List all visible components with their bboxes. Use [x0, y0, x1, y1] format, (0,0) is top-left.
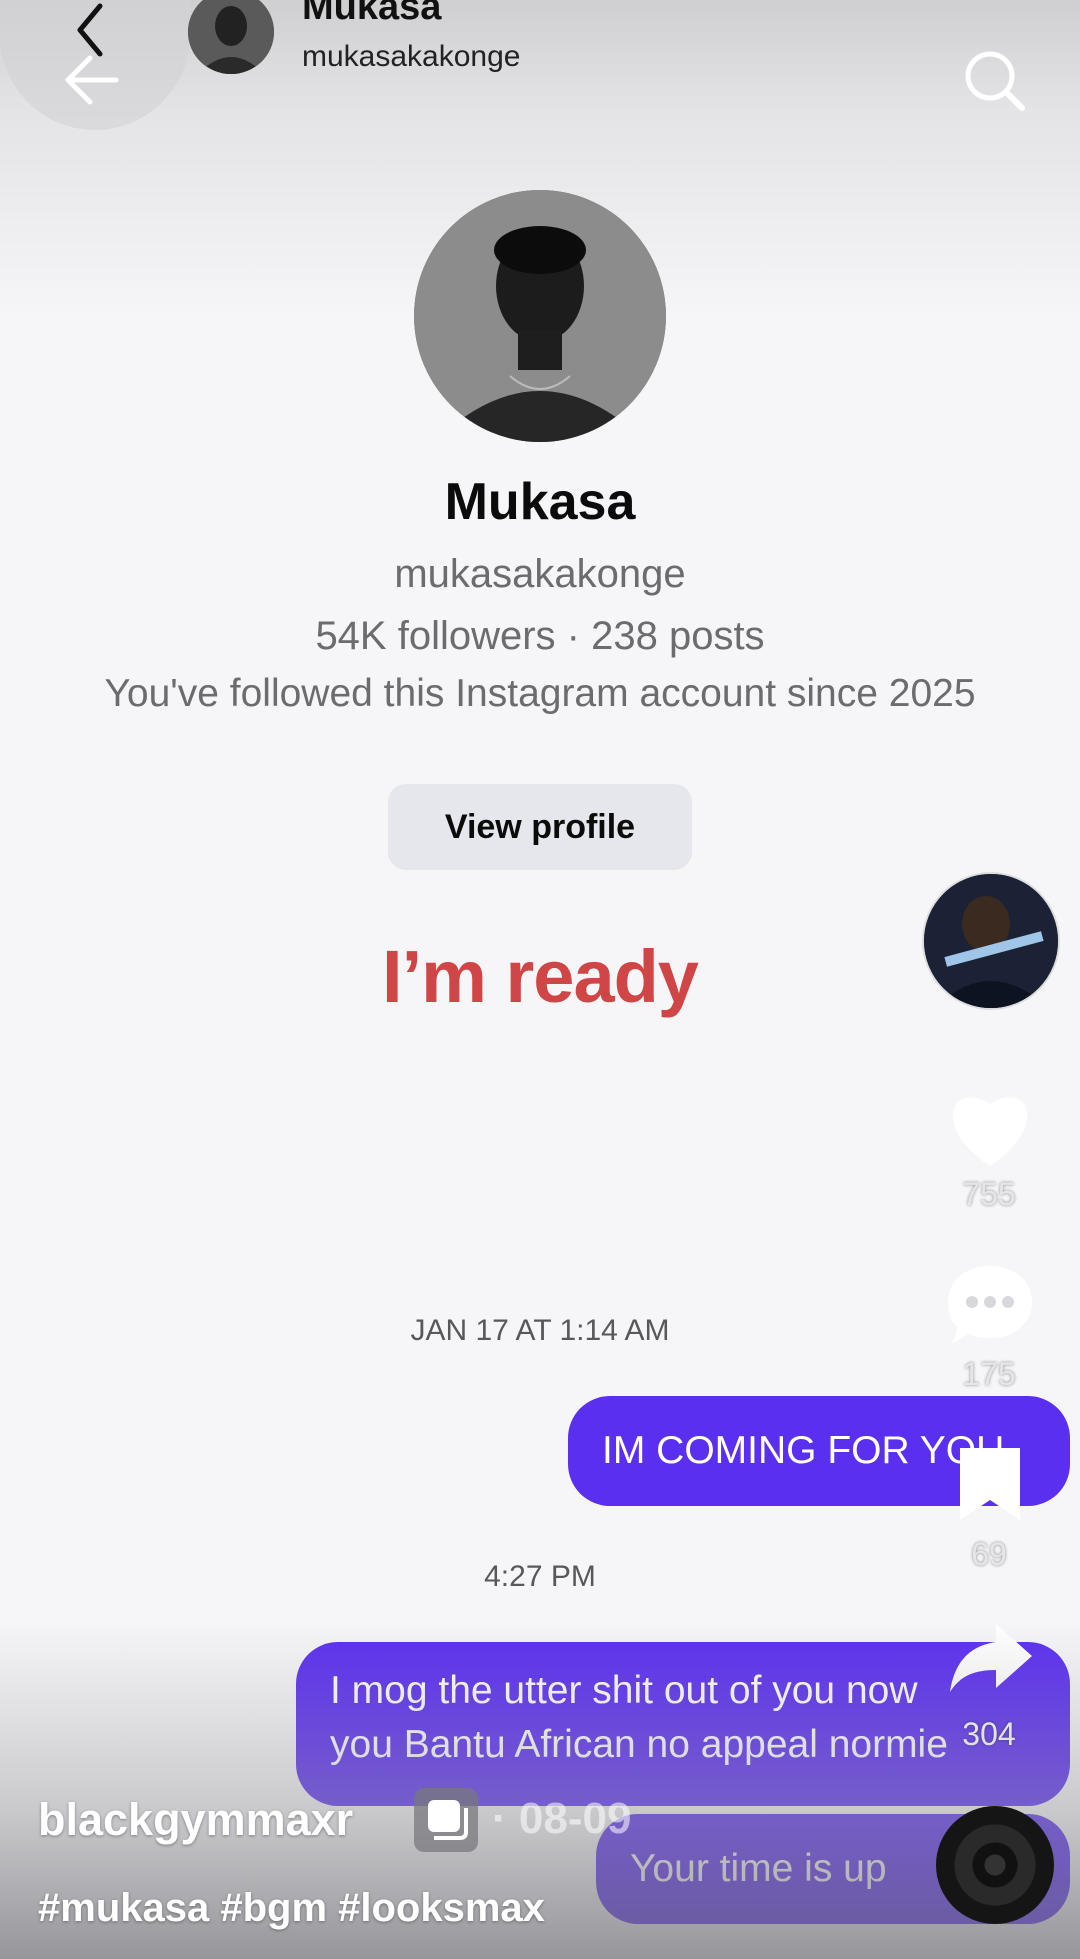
profile-handle: mukasakakonge: [394, 552, 686, 596]
chevron-left-icon[interactable]: [70, 0, 110, 60]
music-disc-icon[interactable]: [936, 1806, 1054, 1924]
profile-avatar[interactable]: [414, 190, 666, 442]
overlay-caption: I’m ready: [382, 935, 699, 1018]
message-timestamp: JAN 17 AT 1:14 AM: [410, 1314, 670, 1347]
search-icon[interactable]: [960, 46, 1030, 116]
creator-avatar[interactable]: [922, 872, 1060, 1010]
post-username[interactable]: blackgymmaxr: [38, 1794, 353, 1846]
duplicate-icon: [414, 1788, 478, 1852]
anime-character-icon: [924, 874, 1058, 1008]
comment-count: 175: [962, 1356, 1016, 1392]
share-count: 304: [962, 1716, 1016, 1752]
post-hashtags[interactable]: #mukasa #bgm #looksmax: [38, 1886, 545, 1931]
post-date: · 08-09: [492, 1794, 632, 1843]
person-photo-icon: [414, 190, 666, 442]
message-text: IM COMING FOR YOU: [602, 1429, 1005, 1472]
message-text: Your time is up: [630, 1847, 887, 1890]
header-handle: mukasakakonge: [302, 40, 521, 73]
like-count: 755: [962, 1176, 1016, 1212]
follow-since-text: You've followed this Instagram account s…: [104, 672, 976, 715]
profile-stats: 54K followers · 238 posts: [315, 614, 765, 658]
view-profile-button[interactable]: View profile: [388, 784, 692, 870]
header-name: Mukasa: [302, 0, 442, 28]
message-text: I mog the utter shit out of you now: [330, 1669, 918, 1712]
profile-name: Mukasa: [444, 473, 636, 531]
heart-icon[interactable]: [944, 1086, 1036, 1168]
share-icon[interactable]: [948, 1620, 1034, 1696]
save-count: 69: [971, 1536, 1007, 1572]
back-arrow-icon[interactable]: [62, 52, 122, 108]
bookmark-icon[interactable]: [956, 1444, 1024, 1524]
message-timestamp: 4:27 PM: [484, 1560, 596, 1593]
